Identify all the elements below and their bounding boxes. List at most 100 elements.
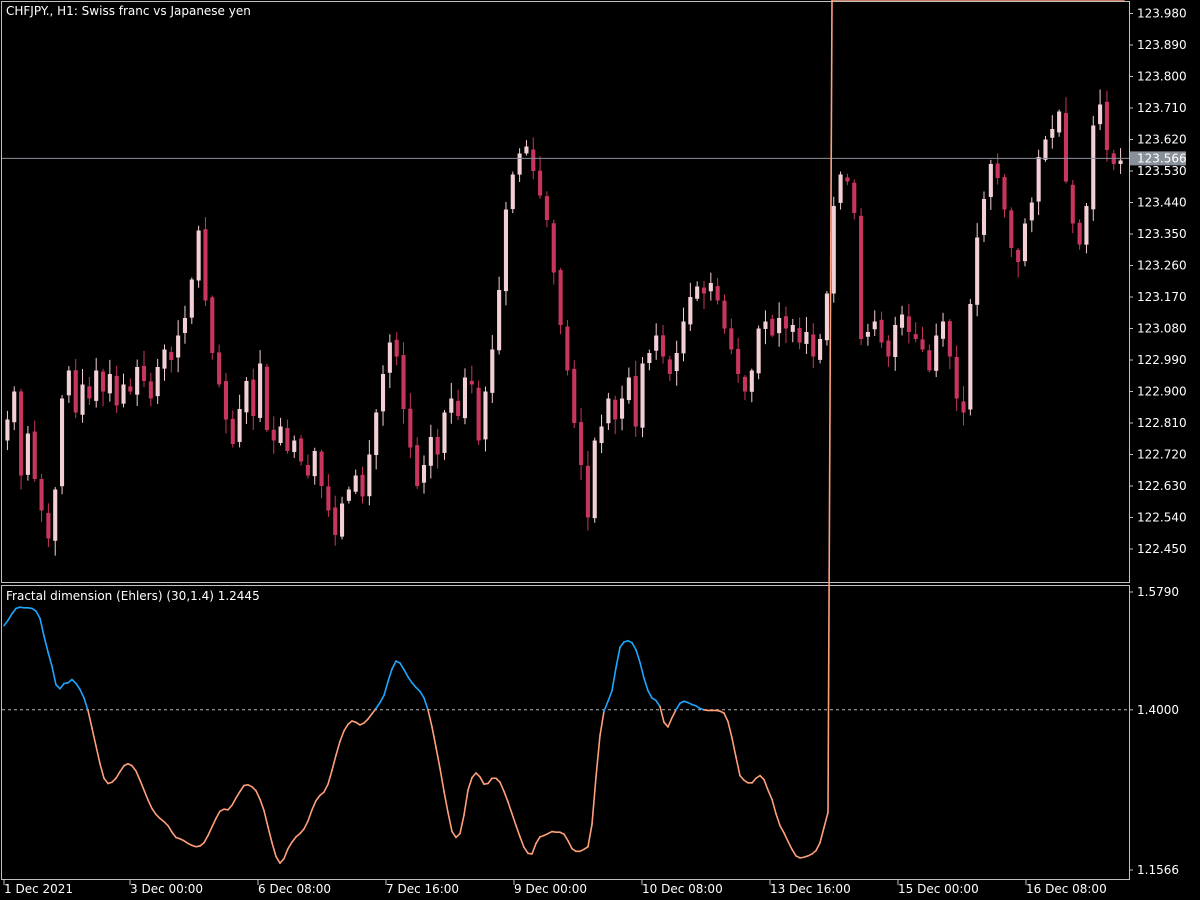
candle-body [1070, 184, 1075, 224]
time-tick-label: 3 Dec 00:00 [130, 882, 203, 896]
price-tick-label: 123.170 [1137, 290, 1187, 304]
price-tick-label: 122.630 [1137, 479, 1187, 493]
candle-body [1009, 210, 1014, 248]
candle-body [12, 391, 17, 423]
candle-body [367, 454, 372, 497]
candle-body [271, 429, 276, 441]
time-tick-label: 13 Dec 16:00 [770, 882, 851, 896]
candle-body [155, 367, 160, 397]
candle-body [920, 339, 925, 350]
candle-body [544, 196, 549, 220]
candle-body [121, 384, 126, 404]
candle-body [66, 370, 71, 396]
candle-body [210, 297, 215, 353]
candle-body [701, 287, 707, 294]
candle-body [599, 426, 604, 444]
candle-body [934, 335, 939, 371]
price-tick-label: 122.810 [1137, 416, 1187, 430]
candle-body [346, 489, 351, 501]
candle-body [531, 149, 536, 171]
time-tick-label: 10 Dec 08:00 [642, 882, 723, 896]
candle-body [449, 398, 454, 413]
candle-body [148, 381, 153, 399]
candle-body [326, 486, 331, 511]
candle-body [954, 356, 959, 399]
candle-body [797, 328, 802, 343]
candle-body [517, 153, 522, 175]
candle-body [633, 376, 638, 427]
candle-body [312, 451, 317, 477]
candle-body [421, 465, 427, 483]
candle-body [353, 475, 358, 492]
price-tick-label: 123.350 [1137, 227, 1187, 241]
candle-body [886, 340, 891, 357]
time-axis: 1 Dec 2021 3 Dec 00:00 6 Dec 08:00 7 Dec 16… [3, 880, 1107, 896]
candle-body [558, 270, 563, 325]
price-tick-label: 123.800 [1137, 70, 1187, 84]
candle-body [695, 286, 700, 299]
candle-body [736, 348, 741, 374]
candle-body [1057, 111, 1062, 133]
candle-body [565, 326, 570, 371]
current-price-label: 123.566 [1130, 151, 1187, 166]
candle-body [667, 359, 672, 374]
candle-body [196, 230, 201, 281]
candle-body [428, 437, 433, 466]
candle-body [39, 479, 44, 511]
candle-body [510, 174, 515, 210]
candle-body [19, 391, 24, 476]
candle-body [141, 365, 147, 381]
candle-body [203, 229, 208, 301]
candle-body [756, 328, 761, 374]
candle-body [947, 321, 952, 357]
candle-body [872, 321, 877, 330]
time-tick-label: 16 Dec 08:00 [1026, 882, 1107, 896]
candle-body [476, 387, 481, 441]
candle-body [1084, 206, 1089, 245]
candle-body [107, 374, 112, 394]
candle-body [852, 182, 857, 213]
candle-body [503, 209, 508, 292]
price-tick-label: 122.990 [1137, 353, 1187, 367]
candle-body [551, 223, 556, 273]
candle-body [1063, 112, 1068, 182]
candle-body [975, 237, 980, 305]
candle-body [237, 409, 242, 442]
candle-body [1002, 177, 1007, 210]
time-tick-label: 6 Dec 08:00 [258, 882, 331, 896]
indicator-tick-label: 1.4000 [1137, 703, 1179, 717]
candle-body [1016, 249, 1021, 262]
candle-body [981, 199, 987, 235]
candle-body [490, 349, 495, 393]
candle-body [435, 436, 440, 455]
candle-body [162, 349, 167, 369]
candle-body [831, 206, 836, 294]
candle-body [87, 386, 92, 399]
candle-body [906, 316, 911, 332]
candle-body [53, 489, 58, 541]
price-tick-label: 123.440 [1137, 196, 1187, 210]
candle-body [913, 334, 918, 339]
candle-body [1098, 104, 1103, 125]
price-tick-label: 123.980 [1137, 7, 1187, 21]
candle-body [626, 377, 631, 401]
price-tick-label: 123.890 [1137, 38, 1187, 52]
candle-body [995, 163, 1000, 178]
candle-body [223, 381, 228, 420]
indicator-tick-label: 1.1566 [1137, 863, 1179, 877]
candle-body [524, 146, 529, 154]
candle-body [865, 332, 870, 337]
candle-body [1104, 101, 1109, 150]
candle-body [640, 363, 645, 428]
candle-body [5, 419, 10, 441]
candle-body [128, 386, 133, 392]
candle-body [708, 283, 713, 292]
candle-body [60, 398, 65, 487]
candle-body [380, 374, 386, 412]
candle-body [333, 507, 338, 535]
candle-body [73, 370, 78, 413]
candle-body [182, 318, 188, 333]
candle-body [340, 503, 345, 537]
candle-body [824, 293, 829, 341]
candle-body [1022, 223, 1028, 262]
